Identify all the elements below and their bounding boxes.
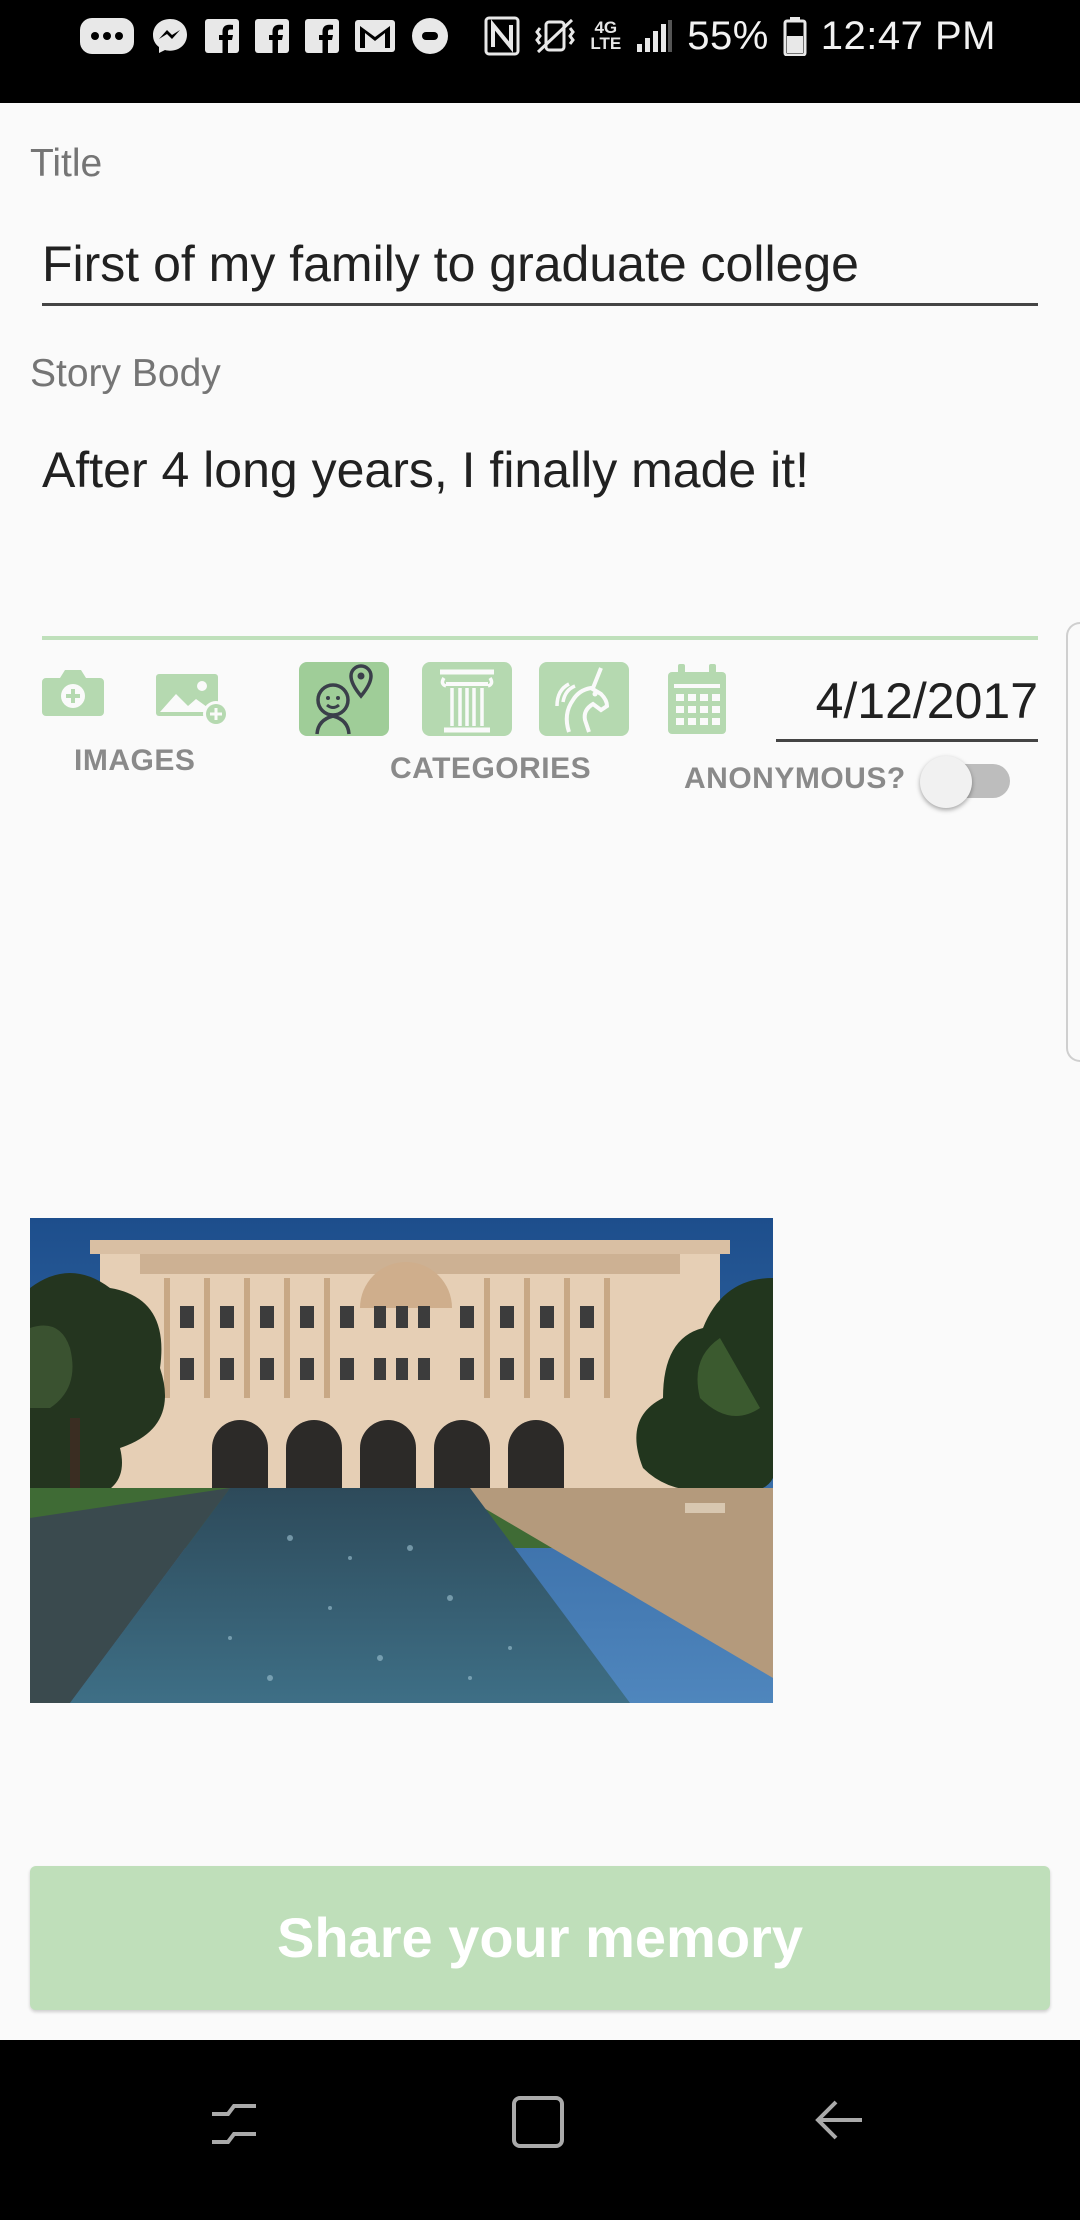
edge-panel-handle[interactable] <box>1066 622 1080 1062</box>
gmail-icon <box>354 18 396 54</box>
navigation-bar <box>0 2040 1080 2220</box>
facebook-icon <box>304 18 340 54</box>
status-bar: 4G LTE 55% 12:47 PM <box>0 0 1080 103</box>
title-input[interactable]: First of my family to graduate college <box>42 222 1038 306</box>
network-type: 4G LTE <box>590 18 622 53</box>
date-field[interactable]: 4/12/2017 <box>776 668 1038 742</box>
back-button[interactable] <box>812 2090 868 2150</box>
attached-photo[interactable] <box>30 1218 773 1703</box>
story-body-input[interactable]: After 4 long years, I finally made it! <box>42 434 1038 640</box>
recents-button[interactable] <box>206 2090 262 2150</box>
unicorn-icon <box>555 667 610 733</box>
clock: 12:47 PM <box>820 13 996 58</box>
nfc-icon <box>484 16 520 56</box>
share-memory-button[interactable]: Share your memory <box>30 1866 1050 2010</box>
category-history-button[interactable] <box>422 662 512 736</box>
battery-percent: 55% <box>687 13 769 58</box>
back-icon <box>815 2100 862 2140</box>
anonymous-toggle[interactable] <box>920 756 1016 808</box>
campus-building-image <box>30 1218 773 1703</box>
add-image-icon[interactable] <box>154 670 232 733</box>
column-icon <box>440 669 494 733</box>
images-label: IMAGES <box>74 744 196 777</box>
facebook-icon <box>254 18 290 54</box>
signal-icon <box>635 18 673 54</box>
person-location-icon <box>315 664 373 735</box>
category-people-button[interactable] <box>299 662 389 736</box>
battery-icon <box>783 16 807 56</box>
chat-dots-icon <box>78 16 136 56</box>
story-body-label: Story Body <box>30 352 221 395</box>
calendar-icon[interactable] <box>666 662 728 741</box>
category-fantasy-button[interactable] <box>539 662 629 736</box>
camera-icon[interactable] <box>40 666 106 723</box>
title-label: Title <box>30 142 103 185</box>
messenger-icon <box>150 16 190 56</box>
app-icon <box>410 16 450 56</box>
anonymous-label: ANONYMOUS? <box>684 762 906 795</box>
system-status-icons: 4G LTE 55% 12:47 PM <box>484 10 996 62</box>
toggle-thumb <box>920 756 972 808</box>
home-button[interactable] <box>510 2090 566 2150</box>
categories-label: CATEGORIES <box>390 752 592 785</box>
facebook-icon <box>204 18 240 54</box>
notification-icons <box>78 14 450 58</box>
recents-icon <box>212 2104 256 2144</box>
home-icon <box>512 2096 564 2148</box>
vibrate-icon <box>534 16 576 56</box>
